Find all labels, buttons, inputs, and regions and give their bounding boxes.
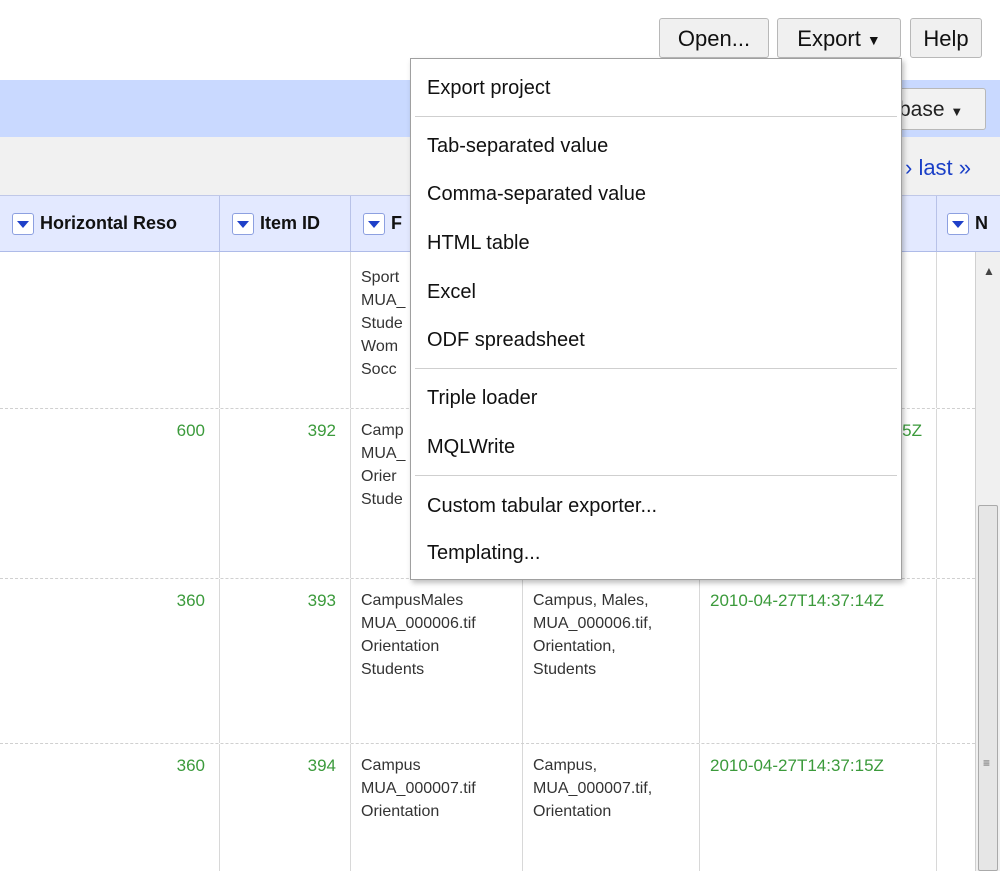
menu-divider xyxy=(415,116,897,117)
help-button[interactable]: Help xyxy=(910,18,982,58)
vertical-scrollbar[interactable]: ▲ ≡ xyxy=(975,252,1000,871)
column-menu-icon[interactable] xyxy=(12,213,34,236)
arrow-up-icon[interactable]: ▲ xyxy=(983,264,995,278)
menu-divider xyxy=(415,368,897,369)
extra-cell xyxy=(937,252,975,408)
open-button[interactable]: Open... xyxy=(659,18,769,58)
column-menu-icon[interactable] xyxy=(947,213,969,236)
menu-item-export-project[interactable]: Export project xyxy=(427,77,550,100)
date-cell: 2010-04-27T14:37:15Z xyxy=(700,744,937,871)
menu-item-templating[interactable]: Templating... xyxy=(427,542,540,565)
menu-item-triple-loader[interactable]: Triple loader xyxy=(427,387,537,410)
chevron-down-icon: ▼ xyxy=(866,32,881,49)
extra-cell xyxy=(937,744,975,871)
table-row: 360 393 CampusMales MUA_000006.tif Orien… xyxy=(0,579,975,744)
scrollbar-thumb[interactable]: ≡ xyxy=(978,505,998,871)
item-id-cell: 392 xyxy=(220,409,351,578)
menu-item-mqlwrite[interactable]: MQLWrite xyxy=(427,436,515,459)
grip-icon: ≡ xyxy=(983,756,991,770)
horizontal-resolution-cell: 360 xyxy=(0,744,220,871)
date-cell: 2010-04-27T14:37:14Z xyxy=(700,579,937,743)
keywords-cell: Campus, MUA_000007.tif, Orientation xyxy=(523,744,700,871)
horizontal-resolution-cell: 600 xyxy=(0,409,220,578)
menu-item-tsv[interactable]: Tab-separated value xyxy=(427,135,608,158)
column-header-horizontal-resolution[interactable]: Horizontal Reso xyxy=(0,196,220,251)
extra-cell xyxy=(937,579,975,743)
column-menu-icon[interactable] xyxy=(363,213,385,236)
extra-cell xyxy=(937,409,975,578)
subject-cell: CampusMales MUA_000006.tif Orientation S… xyxy=(351,579,523,743)
menu-item-excel[interactable]: Excel xyxy=(427,281,476,304)
menu-item-odf-spreadsheet[interactable]: ODF spreadsheet xyxy=(427,329,585,352)
column-menu-icon[interactable] xyxy=(232,213,254,236)
horizontal-resolution-cell: 360 xyxy=(0,579,220,743)
pager-last-link[interactable]: › last » xyxy=(905,155,971,181)
menu-divider xyxy=(415,475,897,476)
horizontal-resolution-cell xyxy=(0,252,220,408)
item-id-cell: 393 xyxy=(220,579,351,743)
menu-item-html-table[interactable]: HTML table xyxy=(427,232,530,255)
export-button[interactable]: Export ▼ xyxy=(777,18,901,58)
menu-item-csv[interactable]: Comma-separated value xyxy=(427,183,646,206)
column-header-6[interactable]: N xyxy=(937,196,1000,251)
item-id-cell xyxy=(220,252,351,408)
item-id-cell: 394 xyxy=(220,744,351,871)
chevron-down-icon: ▼ xyxy=(950,104,964,119)
subject-cell: Campus MUA_000007.tif Orientation xyxy=(351,744,523,871)
keywords-cell: Campus, Males, MUA_000006.tif, Orientati… xyxy=(523,579,700,743)
column-header-item-id[interactable]: Item ID xyxy=(220,196,351,251)
menu-item-custom-tabular-exporter[interactable]: Custom tabular exporter... xyxy=(427,495,657,518)
export-menu: Export project Tab-separated value Comma… xyxy=(410,58,902,580)
table-row: 360 394 Campus MUA_000007.tif Orientatio… xyxy=(0,744,975,871)
